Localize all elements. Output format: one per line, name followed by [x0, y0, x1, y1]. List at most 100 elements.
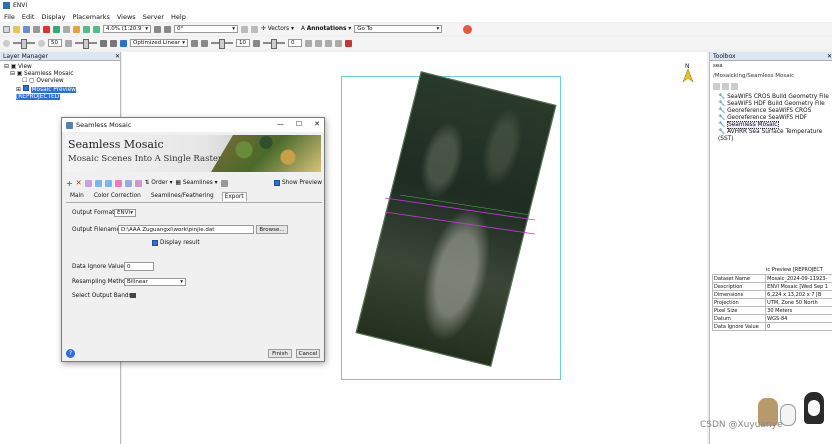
goto-field[interactable]: Go To ▾ [354, 25, 443, 33]
menu-help[interactable]: Help [171, 13, 186, 21]
crosshair-icon[interactable] [251, 25, 258, 33]
zoom-in-icon[interactable] [83, 25, 90, 33]
menu-views[interactable]: Views [117, 13, 136, 21]
stretch-icon [65, 39, 72, 47]
transparency-value[interactable]: 0 [288, 39, 302, 47]
minimize-button[interactable]: — [277, 120, 284, 128]
new-icon[interactable] [3, 25, 10, 33]
display-result-checkbox[interactable]: Display result [152, 240, 200, 246]
select-bands-icon[interactable] [130, 293, 136, 298]
stop-icon[interactable] [345, 39, 352, 47]
sharpen-icon[interactable] [201, 39, 208, 47]
maximize-button[interactable]: ☐ [296, 120, 302, 128]
layer-icon[interactable] [53, 25, 60, 33]
stretch-slider[interactable] [75, 39, 97, 49]
menu-placemarks[interactable]: Placemarks [72, 13, 109, 21]
menu-server[interactable]: Server [143, 13, 164, 21]
sharpen-slider[interactable] [211, 39, 233, 49]
zoom-out-icon[interactable] [93, 25, 100, 33]
transparency-slider[interactable] [263, 39, 285, 49]
finish-button[interactable]: Finish [268, 349, 292, 358]
linear-icon[interactable] [110, 39, 117, 47]
resampling-dropdown[interactable]: Bilinear ▾ [124, 278, 186, 286]
help-button[interactable]: ? [66, 349, 75, 358]
scene-icon-6[interactable] [134, 179, 142, 187]
placemark-icon[interactable] [43, 25, 50, 33]
tree-item-overview[interactable]: ☐ ▢ Overview [4, 78, 120, 85]
menu-file[interactable]: File [4, 13, 15, 21]
tree-item-seamless-mosaic[interactable]: ⊟ ▣ Seamless Mosaic [4, 71, 120, 78]
expand-icon[interactable] [722, 83, 729, 90]
toolbox-item[interactable]: 🔧 SeaWiFS HDF Build Geometry File [718, 101, 832, 108]
portal-icon[interactable] [335, 39, 342, 47]
dialog-titlebar[interactable]: Seamless Mosaic — ☐ ✕ [62, 118, 324, 132]
zoom-dropdown[interactable]: 4.0% (1:20.9 ▾ [103, 25, 151, 33]
vectors-button[interactable]: ✢ Vectors ▾ [261, 26, 294, 32]
output-format-label: Output Format [72, 210, 115, 216]
brightness-value[interactable]: 50 [48, 39, 62, 47]
data-ignore-input[interactable]: 0 [124, 262, 154, 271]
scene-icon-5[interactable] [124, 179, 132, 187]
grid-icon[interactable] [241, 25, 248, 33]
seamlines-menu[interactable]: ▦ Seamlines ▾ [176, 180, 218, 186]
sharpen-value[interactable]: 10 [236, 39, 250, 47]
browse-button[interactable]: Browse... [256, 225, 288, 234]
collapse-icon[interactable] [713, 83, 720, 90]
tab-export[interactable]: Export [221, 192, 247, 201]
swipe-icon[interactable] [305, 39, 312, 47]
scene-icon-3[interactable] [104, 179, 112, 187]
table-row: Pixel Size 30 Meters [711, 306, 832, 315]
show-preview-checkbox[interactable]: Show Preview [273, 180, 322, 186]
rotate-right-icon[interactable] [164, 25, 171, 33]
cancel-button[interactable]: Cancel [296, 349, 320, 358]
toolbox-item[interactable]: 🔧 AVHRR Sea Surface Temperature (SST) [718, 129, 832, 143]
annotations-button[interactable]: A Annotations ▾ [301, 26, 351, 32]
tab-main[interactable]: Main [68, 192, 86, 201]
hand-icon[interactable] [73, 25, 80, 33]
favorites-icon[interactable] [731, 83, 738, 90]
scene-icon-4[interactable] [114, 179, 122, 187]
scene-icon-2[interactable] [94, 179, 102, 187]
seamline-2 [384, 211, 536, 235]
seamless-mosaic-dialog: Seamless Mosaic — ☐ ✕ Seamless Mosaic Mo… [61, 117, 325, 362]
toolbox-item[interactable]: 🔧 Georeference SeaWiFS CROS [718, 108, 832, 115]
tree-item-mosaic-preview[interactable]: ⊞ Mosaic Preview [REPROJECTED [4, 85, 120, 101]
menu-display[interactable]: Display [41, 13, 65, 21]
flicker-icon[interactable] [315, 39, 322, 47]
rotate-icon[interactable] [154, 25, 161, 33]
tab-seamlines-feathering[interactable]: Seamlines/Feathering [149, 192, 216, 201]
output-filename-input[interactable]: D:\AAA Zuguangxi\work\pinjie.dat [118, 225, 254, 234]
table-row: Description ENVI Mosaic [Wed Sep 1 [711, 282, 832, 291]
print-icon[interactable] [33, 25, 40, 33]
brightness-icon [3, 39, 10, 47]
tree-item-view[interactable]: ⊟ ▣ View [4, 64, 120, 71]
stretch-dropdown[interactable]: Optimized Linear ▾ [130, 39, 188, 47]
reset-icon[interactable] [191, 39, 198, 47]
pan-icon[interactable] [63, 25, 70, 33]
blend-icon[interactable] [325, 39, 332, 47]
stretch-type-icon[interactable] [120, 39, 127, 47]
remove-scene-icon[interactable]: ✕ [76, 179, 82, 187]
menu-edit[interactable]: Edit [22, 13, 35, 21]
toolbox-item-selected[interactable]: 🔧 Seamless Mosaic [718, 121, 832, 129]
save-icon[interactable] [23, 25, 30, 33]
banner-subtitle: Mosaic Scenes Into A Single Raster [68, 154, 222, 164]
rotate-dropdown[interactable]: 0° ▾ [174, 25, 238, 33]
toolbox-tools [710, 81, 832, 92]
scene-icon-1[interactable] [84, 179, 92, 187]
order-menu[interactable]: ⇅ Order ▾ [145, 180, 173, 186]
close-button[interactable]: ✕ [314, 120, 320, 128]
settings-icon[interactable] [220, 179, 228, 187]
toolbox-item[interactable]: 🔧 SeaWiFS CROS Build Geometry File [718, 94, 832, 101]
histogram-icon[interactable] [100, 39, 107, 47]
display-toolbar: 50 Optimized Linear ▾ 10 0 [0, 37, 832, 49]
layer-manager-header: Layer Manager ✕ [0, 52, 120, 61]
open-icon[interactable] [13, 25, 20, 33]
tab-color-correction[interactable]: Color Correction [92, 192, 143, 201]
toolbox-search[interactable]: sea [710, 61, 832, 71]
add-scene-icon[interactable]: + [66, 179, 73, 188]
svg-text:N: N [685, 63, 690, 70]
brightness-slider[interactable] [13, 39, 35, 49]
app-icon[interactable] [463, 24, 473, 34]
output-format-dropdown[interactable]: ENVI ▾ [114, 209, 136, 217]
